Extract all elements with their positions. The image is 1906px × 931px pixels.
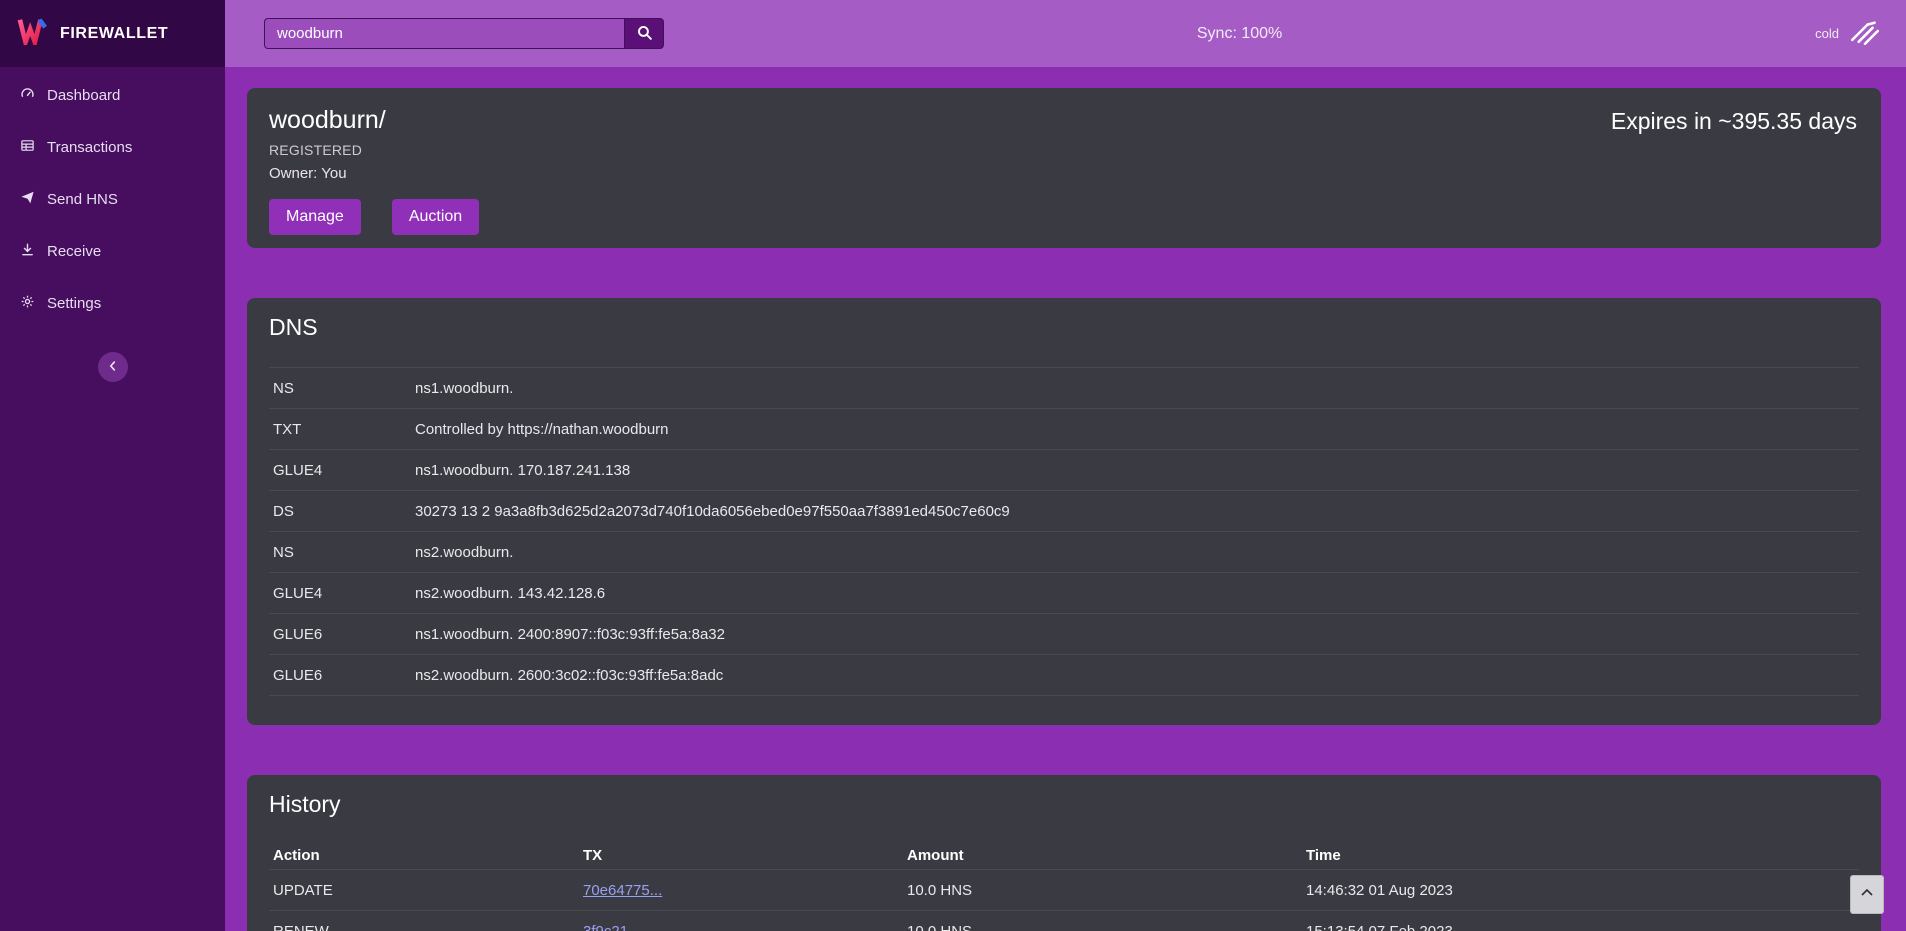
search-input[interactable]: [264, 18, 624, 49]
dns-card: DNS NS ns1.woodburn. TXT Controlled by h…: [247, 298, 1881, 725]
sidebar: FIREWALLET Dashboard: [0, 0, 225, 931]
dns-record-value: ns1.woodburn. 170.187.241.138: [411, 462, 1859, 479]
history-action: RENEW: [269, 923, 579, 931]
sync-status: Sync: 100%: [1197, 25, 1282, 43]
dns-record-row: GLUE4 ns1.woodburn. 170.187.241.138: [269, 450, 1859, 491]
sidebar-item-label: Dashboard: [47, 87, 120, 104]
dns-record-row: NS ns1.woodburn.: [269, 368, 1859, 409]
receive-icon: [20, 242, 35, 261]
history-header-tx: TX: [579, 847, 903, 864]
dns-record-type: NS: [269, 544, 411, 561]
wallet-selector[interactable]: cold: [1815, 17, 1882, 50]
dns-record-value: ns2.woodburn.: [411, 544, 1859, 561]
dns-record-value: ns1.woodburn. 2400:8907::f03c:93ff:fe5a:…: [411, 626, 1859, 643]
sidebar-item-label: Transactions: [47, 139, 132, 156]
sidebar-item-label: Settings: [47, 295, 101, 312]
manage-button[interactable]: Manage: [269, 199, 361, 235]
dns-record-row: TXT Controlled by https://nathan.woodbur…: [269, 409, 1859, 450]
dns-record-value: ns1.woodburn.: [411, 380, 1859, 397]
dns-record-type: GLUE6: [269, 667, 411, 684]
history-table-body: UPDATE 70e64775... 10.0 HNS 14:46:32 01 …: [269, 870, 1859, 931]
history-amount: 10.0 HNS: [903, 882, 1302, 899]
history-time: 15:13:54 07 Feb 2023: [1302, 923, 1859, 931]
sidebar-nav: Dashboard Transactions Send HNS: [0, 67, 225, 329]
history-action: UPDATE: [269, 882, 579, 899]
dns-section-title: DNS: [269, 314, 1859, 341]
dns-record-row: GLUE6 ns1.woodburn. 2400:8907::f03c:93ff…: [269, 614, 1859, 655]
dns-record-value: ns2.woodburn. 2600:3c02::f03c:93ff:fe5a:…: [411, 667, 1859, 684]
history-header-row: Action TX Amount Time: [269, 842, 1859, 870]
dns-record-type: TXT: [269, 421, 411, 438]
domain-actions: Manage Auction: [269, 199, 479, 235]
send-icon: [20, 190, 35, 209]
dns-record-value: Controlled by https://nathan.woodburn: [411, 421, 1859, 438]
domain-card: woodburn/ REGISTERED Owner: You Manage A…: [247, 88, 1881, 248]
history-card: History Action TX Amount Time UPDATE 70e…: [247, 775, 1881, 931]
history-header-action: Action: [269, 847, 579, 864]
dns-record-value: 30273 13 2 9a3a8fb3d625d2a2073d740f10da6…: [411, 503, 1859, 520]
search-group: [264, 18, 664, 49]
dns-table: NS ns1.woodburn. TXT Controlled by https…: [269, 367, 1859, 696]
history-section-title: History: [269, 791, 1859, 818]
sidebar-item-label: Send HNS: [47, 191, 118, 208]
sidebar-item-transactions[interactable]: Transactions: [0, 121, 225, 173]
domain-status: REGISTERED: [269, 142, 479, 158]
history-time: 14:46:32 01 Aug 2023: [1302, 882, 1859, 899]
dns-record-type: GLUE4: [269, 462, 411, 479]
gear-icon: [20, 294, 35, 313]
domain-info: woodburn/ REGISTERED Owner: You Manage A…: [269, 106, 479, 235]
sidebar-item-receive[interactable]: Receive: [0, 225, 225, 277]
auction-button[interactable]: Auction: [392, 199, 479, 235]
dns-record-value: ns2.woodburn. 143.42.128.6: [411, 585, 1859, 602]
table-icon: [20, 138, 35, 157]
dns-record-row: GLUE4 ns2.woodburn. 143.42.128.6: [269, 573, 1859, 614]
gauge-icon: [20, 86, 35, 105]
topbar: Sync: 100% cold: [225, 0, 1906, 67]
brand-logo: FIREWALLET: [0, 0, 225, 67]
brand-name: FIREWALLET: [60, 25, 168, 43]
domain-owner: Owner: You: [269, 165, 479, 182]
dns-record-row: DS 30273 13 2 9a3a8fb3d625d2a2073d740f10…: [269, 491, 1859, 532]
dns-record-type: GLUE4: [269, 585, 411, 602]
content-area: Sync: 100% cold woodburn/ REGI: [225, 0, 1906, 931]
domain-name: woodburn/: [269, 106, 479, 135]
main-page: woodburn/ REGISTERED Owner: You Manage A…: [225, 67, 1906, 931]
sidebar-item-label: Receive: [47, 243, 101, 260]
app-window: FIREWALLET Dashboard: [0, 0, 1906, 931]
history-header-amount: Amount: [903, 847, 1302, 864]
tx-link[interactable]: 70e64775...: [583, 882, 662, 899]
cold-wallet-icon: [1848, 17, 1882, 50]
history-row: UPDATE 70e64775... 10.0 HNS 14:46:32 01 …: [269, 870, 1859, 911]
dns-record-row: NS ns2.woodburn.: [269, 532, 1859, 573]
chevron-up-icon: [1858, 884, 1876, 905]
sidebar-item-dashboard[interactable]: Dashboard: [0, 69, 225, 121]
history-amount: 10.0 HNS: [903, 923, 1302, 931]
domain-expiry: Expires in ~395.35 days: [1611, 108, 1857, 135]
search-button[interactable]: [624, 18, 664, 49]
chevron-left-icon: [106, 359, 120, 376]
search-icon: [636, 24, 653, 44]
sidebar-item-settings[interactable]: Settings: [0, 277, 225, 329]
history-row: RENEW 3f9c21... 10.0 HNS 15:13:54 07 Feb…: [269, 911, 1859, 931]
dns-record-type: DS: [269, 503, 411, 520]
dns-record-type: GLUE6: [269, 626, 411, 643]
wallet-mode-label: cold: [1815, 26, 1839, 41]
dns-record-type: NS: [269, 380, 411, 397]
tx-link[interactable]: 3f9c21...: [583, 923, 641, 931]
sidebar-item-send-hns[interactable]: Send HNS: [0, 173, 225, 225]
sidebar-collapse-button[interactable]: [98, 352, 128, 382]
scroll-to-top-button[interactable]: [1850, 875, 1884, 914]
history-header-time: Time: [1302, 847, 1859, 864]
dns-record-row: GLUE6 ns2.woodburn. 2600:3c02::f03c:93ff…: [269, 655, 1859, 696]
firewallet-logo-icon: [16, 17, 50, 50]
